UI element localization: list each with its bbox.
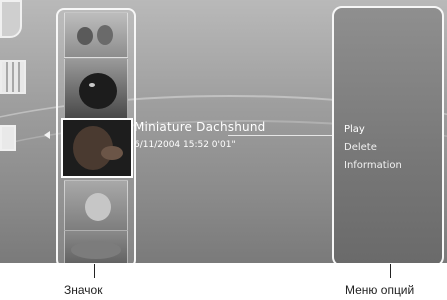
thumbnail-selected[interactable]	[61, 118, 133, 178]
menu-item-information[interactable]: Information	[344, 160, 402, 171]
thumbnail[interactable]	[64, 58, 128, 120]
thumbnail[interactable]	[64, 12, 128, 58]
left-arrow-icon	[44, 131, 50, 139]
caption-leader-line	[390, 264, 391, 278]
menu-item-play[interactable]: Play	[344, 124, 365, 135]
psp-screen: Miniature Dachshund 6/11/2004 15:52 0'01…	[0, 0, 447, 263]
divider	[228, 135, 336, 136]
item-date-time: 6/11/2004 15:52 0'01"	[134, 140, 236, 150]
category-icon[interactable]	[0, 125, 16, 151]
options-menu: Play Delete Information	[332, 6, 444, 263]
caption-leader-line	[94, 264, 95, 278]
thumbnail[interactable]	[64, 180, 128, 232]
item-title: Miniature Dachshund	[134, 120, 266, 134]
options-menu-caption: Меню опций	[345, 283, 415, 297]
thumbnail-caption: Значок	[64, 283, 103, 297]
category-icon[interactable]	[0, 0, 22, 38]
thumbnail-strip	[56, 8, 136, 263]
menu-item-delete[interactable]: Delete	[344, 142, 377, 153]
thumbnail[interactable]	[64, 230, 128, 263]
film-reel-icon[interactable]	[0, 60, 26, 94]
